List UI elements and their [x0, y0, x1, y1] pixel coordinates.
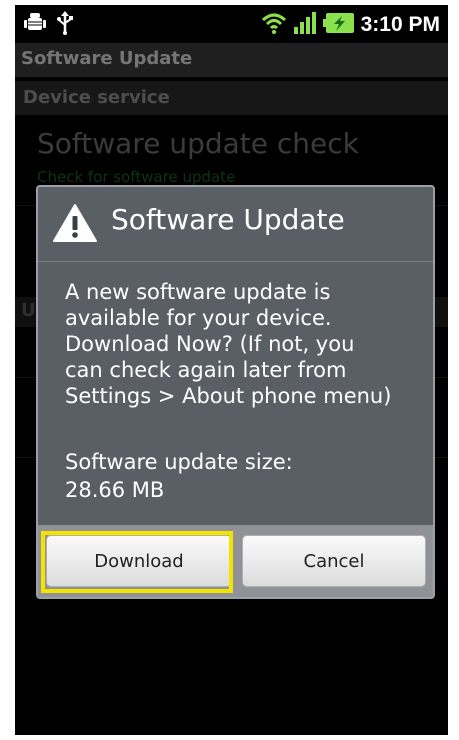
android-debug-icon — [23, 11, 47, 39]
clock: 3:10 PM — [360, 13, 440, 36]
dialog-title-bar: Software Update — [38, 187, 433, 262]
signal-icon — [293, 11, 317, 39]
cancel-button[interactable]: Cancel — [242, 535, 426, 587]
download-button[interactable]: Download — [46, 535, 232, 587]
update-size-value: 28.66 MB — [65, 478, 165, 502]
phone-screen: 3:10 PM Software Update Device service S… — [15, 5, 448, 735]
dialog-button-bar: Download Cancel — [38, 525, 433, 597]
warning-icon — [52, 203, 98, 247]
status-bar: 3:10 PM — [15, 5, 448, 43]
software-update-dialog: Software Update A new software update is… — [36, 185, 435, 599]
usb-icon — [55, 11, 75, 39]
dialog-title: Software Update — [111, 203, 345, 236]
update-size-label: Software update size: — [65, 450, 293, 474]
battery-charging-icon — [322, 12, 355, 38]
dialog-message: A new software update is available for y… — [65, 280, 392, 408]
wifi-icon — [261, 11, 287, 39]
